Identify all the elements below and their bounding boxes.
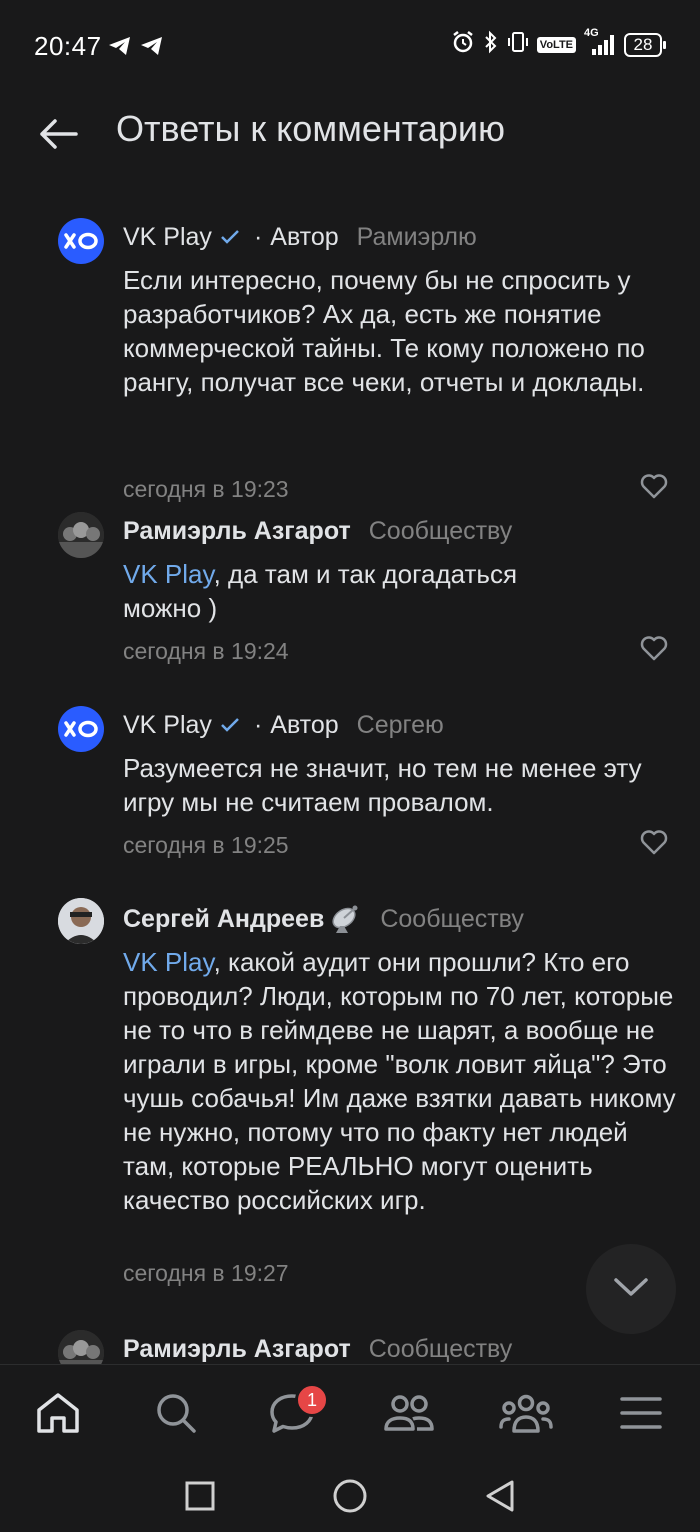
comment-time[interactable]: сегодня в 19:27 <box>123 1260 289 1287</box>
tab-menu[interactable] <box>611 1387 671 1443</box>
vk-play-logo-icon <box>64 232 98 250</box>
recent-apps-button[interactable] <box>180 1478 220 1518</box>
comment-text: Если интересно, почему бы не спросить у … <box>123 265 645 397</box>
recent-apps-icon <box>185 1481 215 1516</box>
status-bar: 20:47 VoLTE 4G 28 <box>0 0 700 96</box>
status-icons: VoLTE 4G 28 <box>451 27 666 59</box>
vk-play-logo-icon <box>64 720 98 738</box>
comments-list: VK Play · Автор Рамиэрлю Если интересно,… <box>0 182 700 1364</box>
comment-text: VK Play, да там и так догадаться можно ) <box>123 557 583 625</box>
avatar[interactable] <box>58 218 104 264</box>
comment-text: Разумеется не значит, но тем не менее эт… <box>123 753 642 817</box>
comment-header: Рамиэрль Азгарот Сообществу <box>123 514 512 548</box>
telegram-icon <box>108 36 132 61</box>
system-nav-bar <box>0 1462 700 1532</box>
page-title: Ответы к комментарию <box>116 108 505 149</box>
communities-icon <box>499 1391 553 1440</box>
mention-link[interactable]: VK Play <box>123 559 214 589</box>
verified-icon <box>220 229 240 245</box>
back-triangle-icon <box>484 1479 516 1518</box>
tab-bar: 1 <box>0 1364 700 1463</box>
volte-icon: VoLTE <box>536 36 576 53</box>
home-circle-icon <box>332 1478 368 1519</box>
home-icon <box>35 1391 81 1440</box>
tab-communities[interactable] <box>496 1387 556 1443</box>
status-time: 20:47 <box>34 31 102 61</box>
author-name[interactable]: VK Play <box>123 711 212 740</box>
vibrate-icon <box>507 30 529 59</box>
back-button[interactable] <box>32 106 84 166</box>
mention-link[interactable]: VK Play <box>123 947 214 977</box>
author-name[interactable]: VK Play <box>123 223 212 252</box>
like-button[interactable] <box>636 634 672 666</box>
telegram-icon <box>140 36 164 61</box>
tab-home[interactable] <box>28 1387 88 1443</box>
battery-icon: 28 <box>624 32 666 57</box>
heart-icon <box>640 473 668 504</box>
comment-body: , какой аудит они прошли? Кто его провод… <box>123 947 676 1215</box>
comment-time[interactable]: сегодня в 19:25 <box>123 832 289 859</box>
comment-header: Сергей Андреев Сообществу <box>123 902 524 936</box>
separator-dot: · <box>253 710 263 739</box>
verified-icon <box>220 717 240 733</box>
tab-friends[interactable] <box>379 1387 439 1443</box>
comment-header: VK Play · Автор Сергею <box>123 708 444 742</box>
tab-search[interactable] <box>146 1387 206 1443</box>
like-button[interactable] <box>636 828 672 860</box>
bluetooth-icon <box>483 30 499 59</box>
alarm-icon <box>451 30 475 59</box>
arrow-left-icon <box>38 118 78 155</box>
avatar[interactable] <box>58 1330 104 1364</box>
like-button[interactable] <box>636 472 672 504</box>
heart-icon <box>640 829 668 860</box>
back-nav-button[interactable] <box>480 1478 520 1518</box>
comment-header: Рамиэрль Азгарот Сообществу <box>123 1332 512 1364</box>
author-role: Автор <box>270 222 339 251</box>
comment-time[interactable]: сегодня в 19:24 <box>123 638 289 665</box>
heart-icon <box>640 635 668 666</box>
reply-target[interactable]: Рамиэрлю <box>357 223 477 252</box>
home-nav-button[interactable] <box>330 1478 370 1518</box>
author-name[interactable]: Рамиэрль Азгарот <box>123 517 351 546</box>
reply-target[interactable]: Сообществу <box>369 1335 513 1364</box>
avatar[interactable] <box>58 706 104 752</box>
friends-icon <box>383 1391 435 1440</box>
chevron-down-icon <box>613 1277 649 1302</box>
author-role: Автор <box>270 710 339 739</box>
reply-target[interactable]: Сообществу <box>369 517 513 546</box>
comment-text: VK Play, какой аудит они прошли? Кто его… <box>123 945 683 1217</box>
search-icon <box>154 1391 198 1440</box>
comment-time[interactable]: сегодня в 19:23 <box>123 476 289 503</box>
separator-dot: · <box>253 222 263 251</box>
satellite-dish-icon <box>330 904 362 934</box>
header: Ответы к комментарию <box>0 96 700 182</box>
comment-header: VK Play · Автор Рамиэрлю <box>123 220 477 254</box>
avatar[interactable] <box>58 512 104 558</box>
reply-target[interactable]: Сергею <box>357 711 444 740</box>
author-name[interactable]: Рамиэрль Азгарот <box>123 1335 351 1364</box>
signal-icon: 4G <box>584 27 616 57</box>
scroll-down-button[interactable] <box>586 1244 676 1334</box>
notification-badge: 1 <box>295 1383 329 1417</box>
reply-target[interactable]: Сообществу <box>380 905 524 934</box>
tab-messages[interactable]: 1 <box>262 1383 329 1443</box>
menu-icon <box>620 1395 662 1436</box>
author-name[interactable]: Сергей Андреев <box>123 905 324 934</box>
avatar[interactable] <box>58 898 104 944</box>
